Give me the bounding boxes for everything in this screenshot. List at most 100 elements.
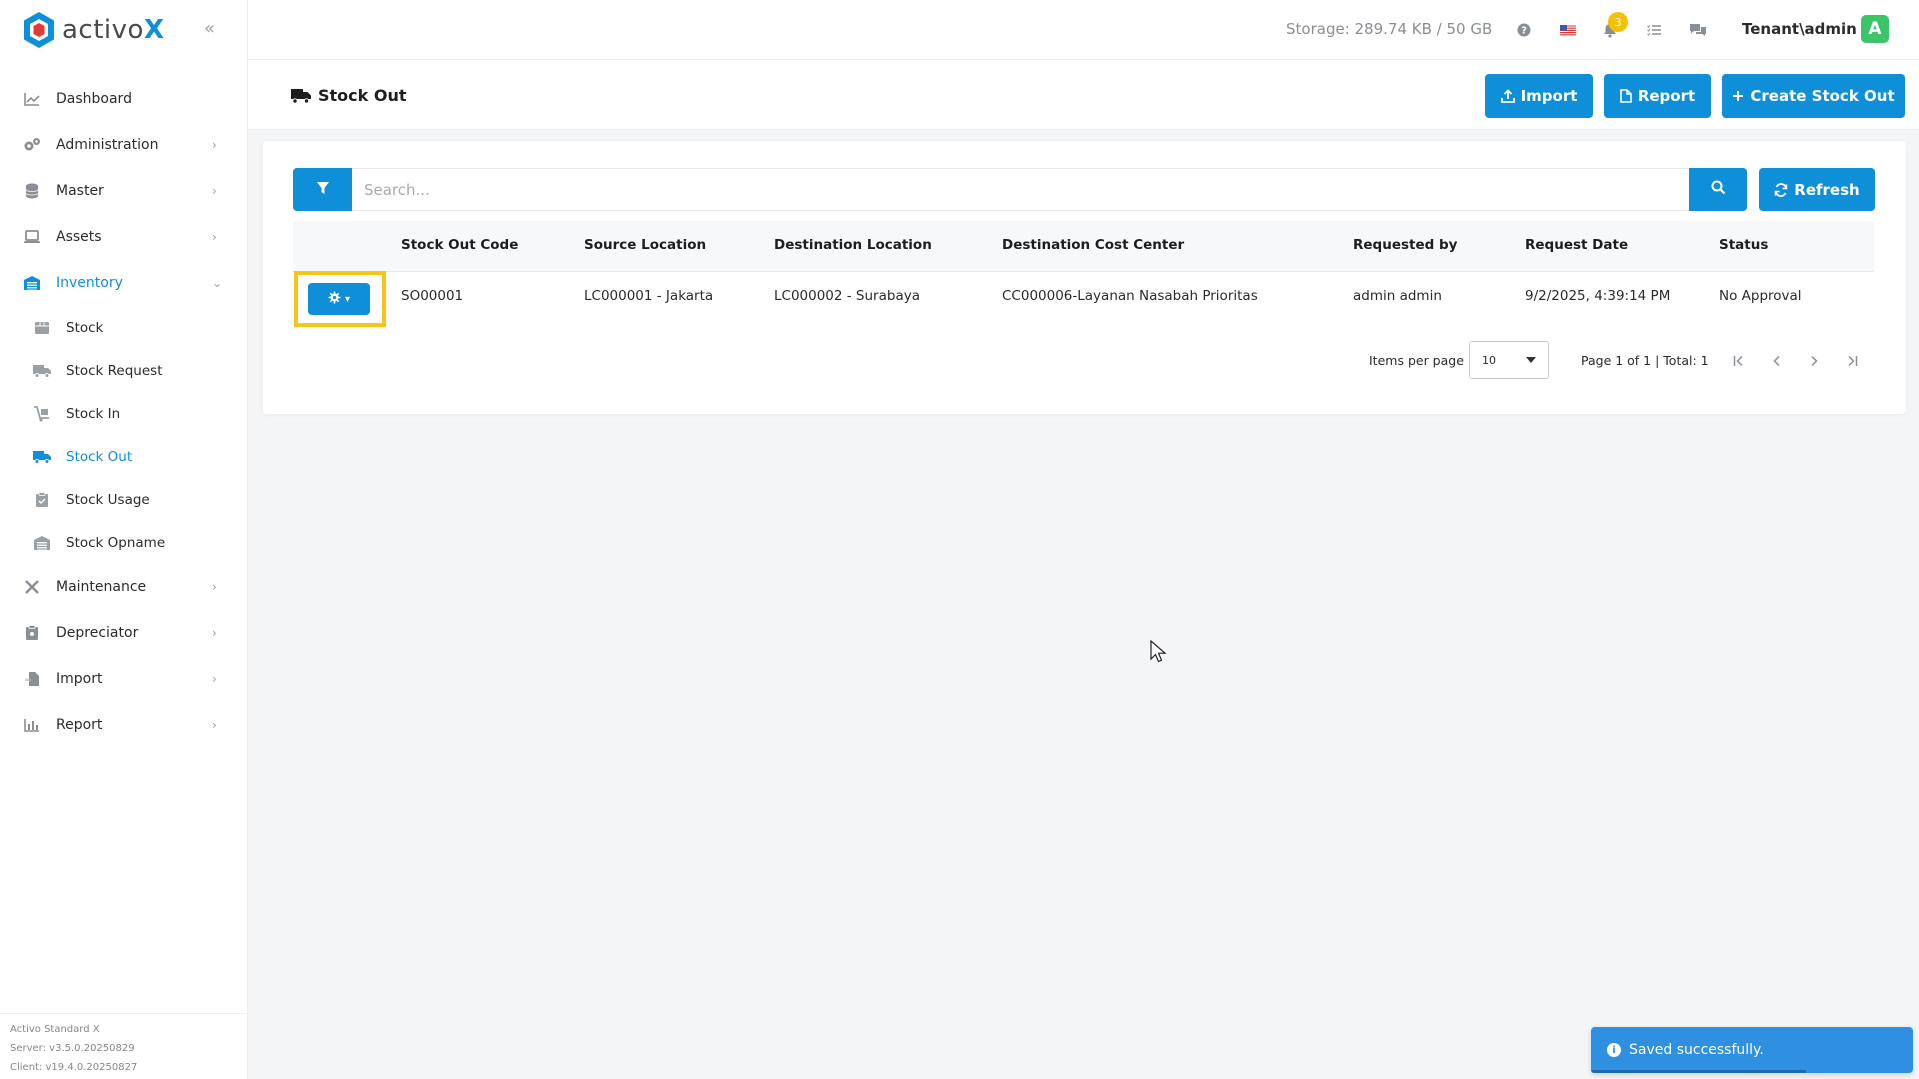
server-version: Server: v3.5.0.20250829 [10, 1043, 135, 1054]
page-title: Stock Out [290, 86, 407, 105]
task-list-icon[interactable] [1644, 20, 1664, 40]
sidebar-subitem-stock-usage[interactable]: Stock Usage [0, 478, 247, 521]
next-page-icon[interactable] [1804, 351, 1824, 371]
file-import-icon [22, 669, 42, 689]
sidebar-item-import[interactable]: Import › [0, 656, 247, 702]
items-per-page-select[interactable]: 10 [1469, 341, 1549, 379]
file-icon [1620, 89, 1632, 103]
sidebar-item-label: Stock Opname [66, 534, 166, 551]
sidebar-item-inventory[interactable]: Inventory ⌄ [0, 260, 247, 306]
box-icon [32, 318, 52, 338]
avatar[interactable]: A [1861, 15, 1889, 43]
cell-cost-center: CC000006-Layanan Nasabah Prioritas [1002, 288, 1258, 304]
plus-icon [1732, 90, 1744, 102]
column-header[interactable]: Destination Cost Center [1002, 237, 1184, 253]
chat-icon[interactable] [1688, 20, 1708, 40]
sidebar-item-label: Import [56, 671, 103, 687]
sidebar-item-label: Inventory [56, 275, 123, 291]
search-button[interactable] [1689, 168, 1747, 211]
sidebar-item-depreciator[interactable]: Depreciator › [0, 610, 247, 656]
highlight-box: ▾ [294, 271, 386, 327]
version-info: Activo Standard X Server: v3.5.0.2025082… [0, 1013, 248, 1079]
laptop-icon [22, 227, 42, 247]
sidebar-item-report[interactable]: Report › [0, 702, 247, 748]
sidebar-item-dashboard[interactable]: Dashboard [0, 76, 247, 122]
column-header[interactable]: Status [1719, 237, 1768, 253]
sidebar-item-label: Report [56, 717, 103, 733]
tenant-user[interactable]: Tenant\admin [1742, 20, 1857, 38]
sidebar-subitem-stock-opname[interactable]: Stock Opname [0, 521, 247, 564]
column-header[interactable]: Source Location [584, 237, 706, 253]
cell-request-date: 9/2/2025, 4:39:14 PM [1525, 288, 1671, 304]
truck-moving-icon [290, 88, 312, 104]
cell-status: No Approval [1719, 288, 1802, 304]
info-icon: i [1607, 1043, 1621, 1057]
svg-text:?: ? [1521, 26, 1527, 37]
notification-badge: 3 [1608, 12, 1628, 32]
mouse-cursor-icon [1150, 639, 1168, 668]
refresh-button-label: Refresh [1794, 180, 1860, 199]
toast-message: Saved successfully. [1629, 1042, 1764, 1058]
sidebar-item-master[interactable]: Master › [0, 168, 247, 214]
bar-chart-icon [22, 715, 42, 735]
filter-button[interactable] [293, 168, 352, 211]
sidebar-item-administration[interactable]: Administration › [0, 122, 247, 168]
sidebar-item-assets[interactable]: Assets › [0, 214, 247, 260]
column-header[interactable]: Requested by [1353, 237, 1457, 253]
create-stock-out-button[interactable]: Create Stock Out [1722, 74, 1905, 118]
report-button[interactable]: Report [1604, 74, 1711, 118]
create-button-label: Create Stock Out [1750, 87, 1895, 105]
table-row[interactable]: ▾ SO00001 LC000001 - Jakarta LC000002 - … [293, 271, 1874, 327]
items-per-page-label: Items per page [1369, 353, 1464, 368]
column-header[interactable]: Request Date [1525, 237, 1628, 253]
chevron-down-icon: ⌄ [212, 276, 223, 290]
row-action-button[interactable]: ▾ [308, 283, 370, 315]
warehouse-icon [22, 273, 42, 293]
search-bar: Refresh [293, 168, 1875, 211]
caret-down-icon [1526, 357, 1536, 363]
import-button[interactable]: Import [1485, 74, 1593, 118]
stock-out-table: Stock Out Code Source Location Destinati… [293, 221, 1874, 327]
success-toast[interactable]: i Saved successfully. [1591, 1027, 1913, 1073]
search-icon [1711, 180, 1726, 199]
sidebar-item-label: Master [56, 183, 104, 199]
upload-icon [1500, 89, 1515, 103]
sidebar-item-maintenance[interactable]: Maintenance › [0, 564, 247, 610]
brand-name: activoX [62, 15, 165, 45]
sidebar-item-label: Stock [66, 319, 104, 336]
last-page-icon[interactable] [1842, 351, 1862, 371]
sidebar-subitem-stock[interactable]: Stock [0, 306, 247, 349]
refresh-button[interactable]: Refresh [1759, 168, 1875, 211]
report-button-label: Report [1637, 87, 1696, 105]
caret-down-icon: ▾ [344, 293, 351, 305]
sidebar-subitem-stock-out[interactable]: Stock Out [0, 435, 247, 478]
warehouse-icon [32, 533, 52, 553]
first-page-icon[interactable] [1729, 351, 1749, 371]
activo-logo-icon [24, 12, 54, 48]
cell-destination: LC000002 - Surabaya [774, 288, 920, 304]
items-per-page-value: 10 [1482, 353, 1496, 367]
column-header[interactable]: Destination Location [774, 237, 932, 253]
previous-page-icon[interactable] [1767, 351, 1787, 371]
cell-code: SO00001 [401, 288, 464, 304]
client-version: Client: v19.4.0.20250827 [10, 1062, 138, 1073]
table-header: Stock Out Code Source Location Destinati… [293, 221, 1874, 272]
sidebar-item-label: Stock Usage [66, 491, 150, 508]
gears-icon [22, 135, 42, 155]
brand-logo[interactable]: activoX « [0, 0, 247, 60]
collapse-sidebar-icon[interactable]: « [204, 18, 215, 39]
clipboard-check-icon [32, 490, 52, 510]
sidebar-subitem-stock-in[interactable]: Stock In [0, 392, 247, 435]
sidebar-subitem-stock-request[interactable]: Stock Request [0, 349, 247, 392]
search-input[interactable] [352, 168, 1689, 211]
chevron-right-icon: › [212, 672, 217, 686]
column-header[interactable]: Stock Out Code [401, 237, 518, 253]
page-title-text: Stock Out [318, 86, 407, 105]
chevron-right-icon: › [212, 626, 217, 640]
sidebar-item-label: Assets [56, 229, 102, 245]
truck-icon [32, 361, 52, 381]
us-flag-icon[interactable] [1558, 20, 1578, 40]
sidebar: activoX « Dashboard Administration › Mas… [0, 0, 248, 1079]
sidebar-item-label: Stock Request [66, 362, 163, 379]
help-icon[interactable]: ? [1514, 20, 1534, 40]
